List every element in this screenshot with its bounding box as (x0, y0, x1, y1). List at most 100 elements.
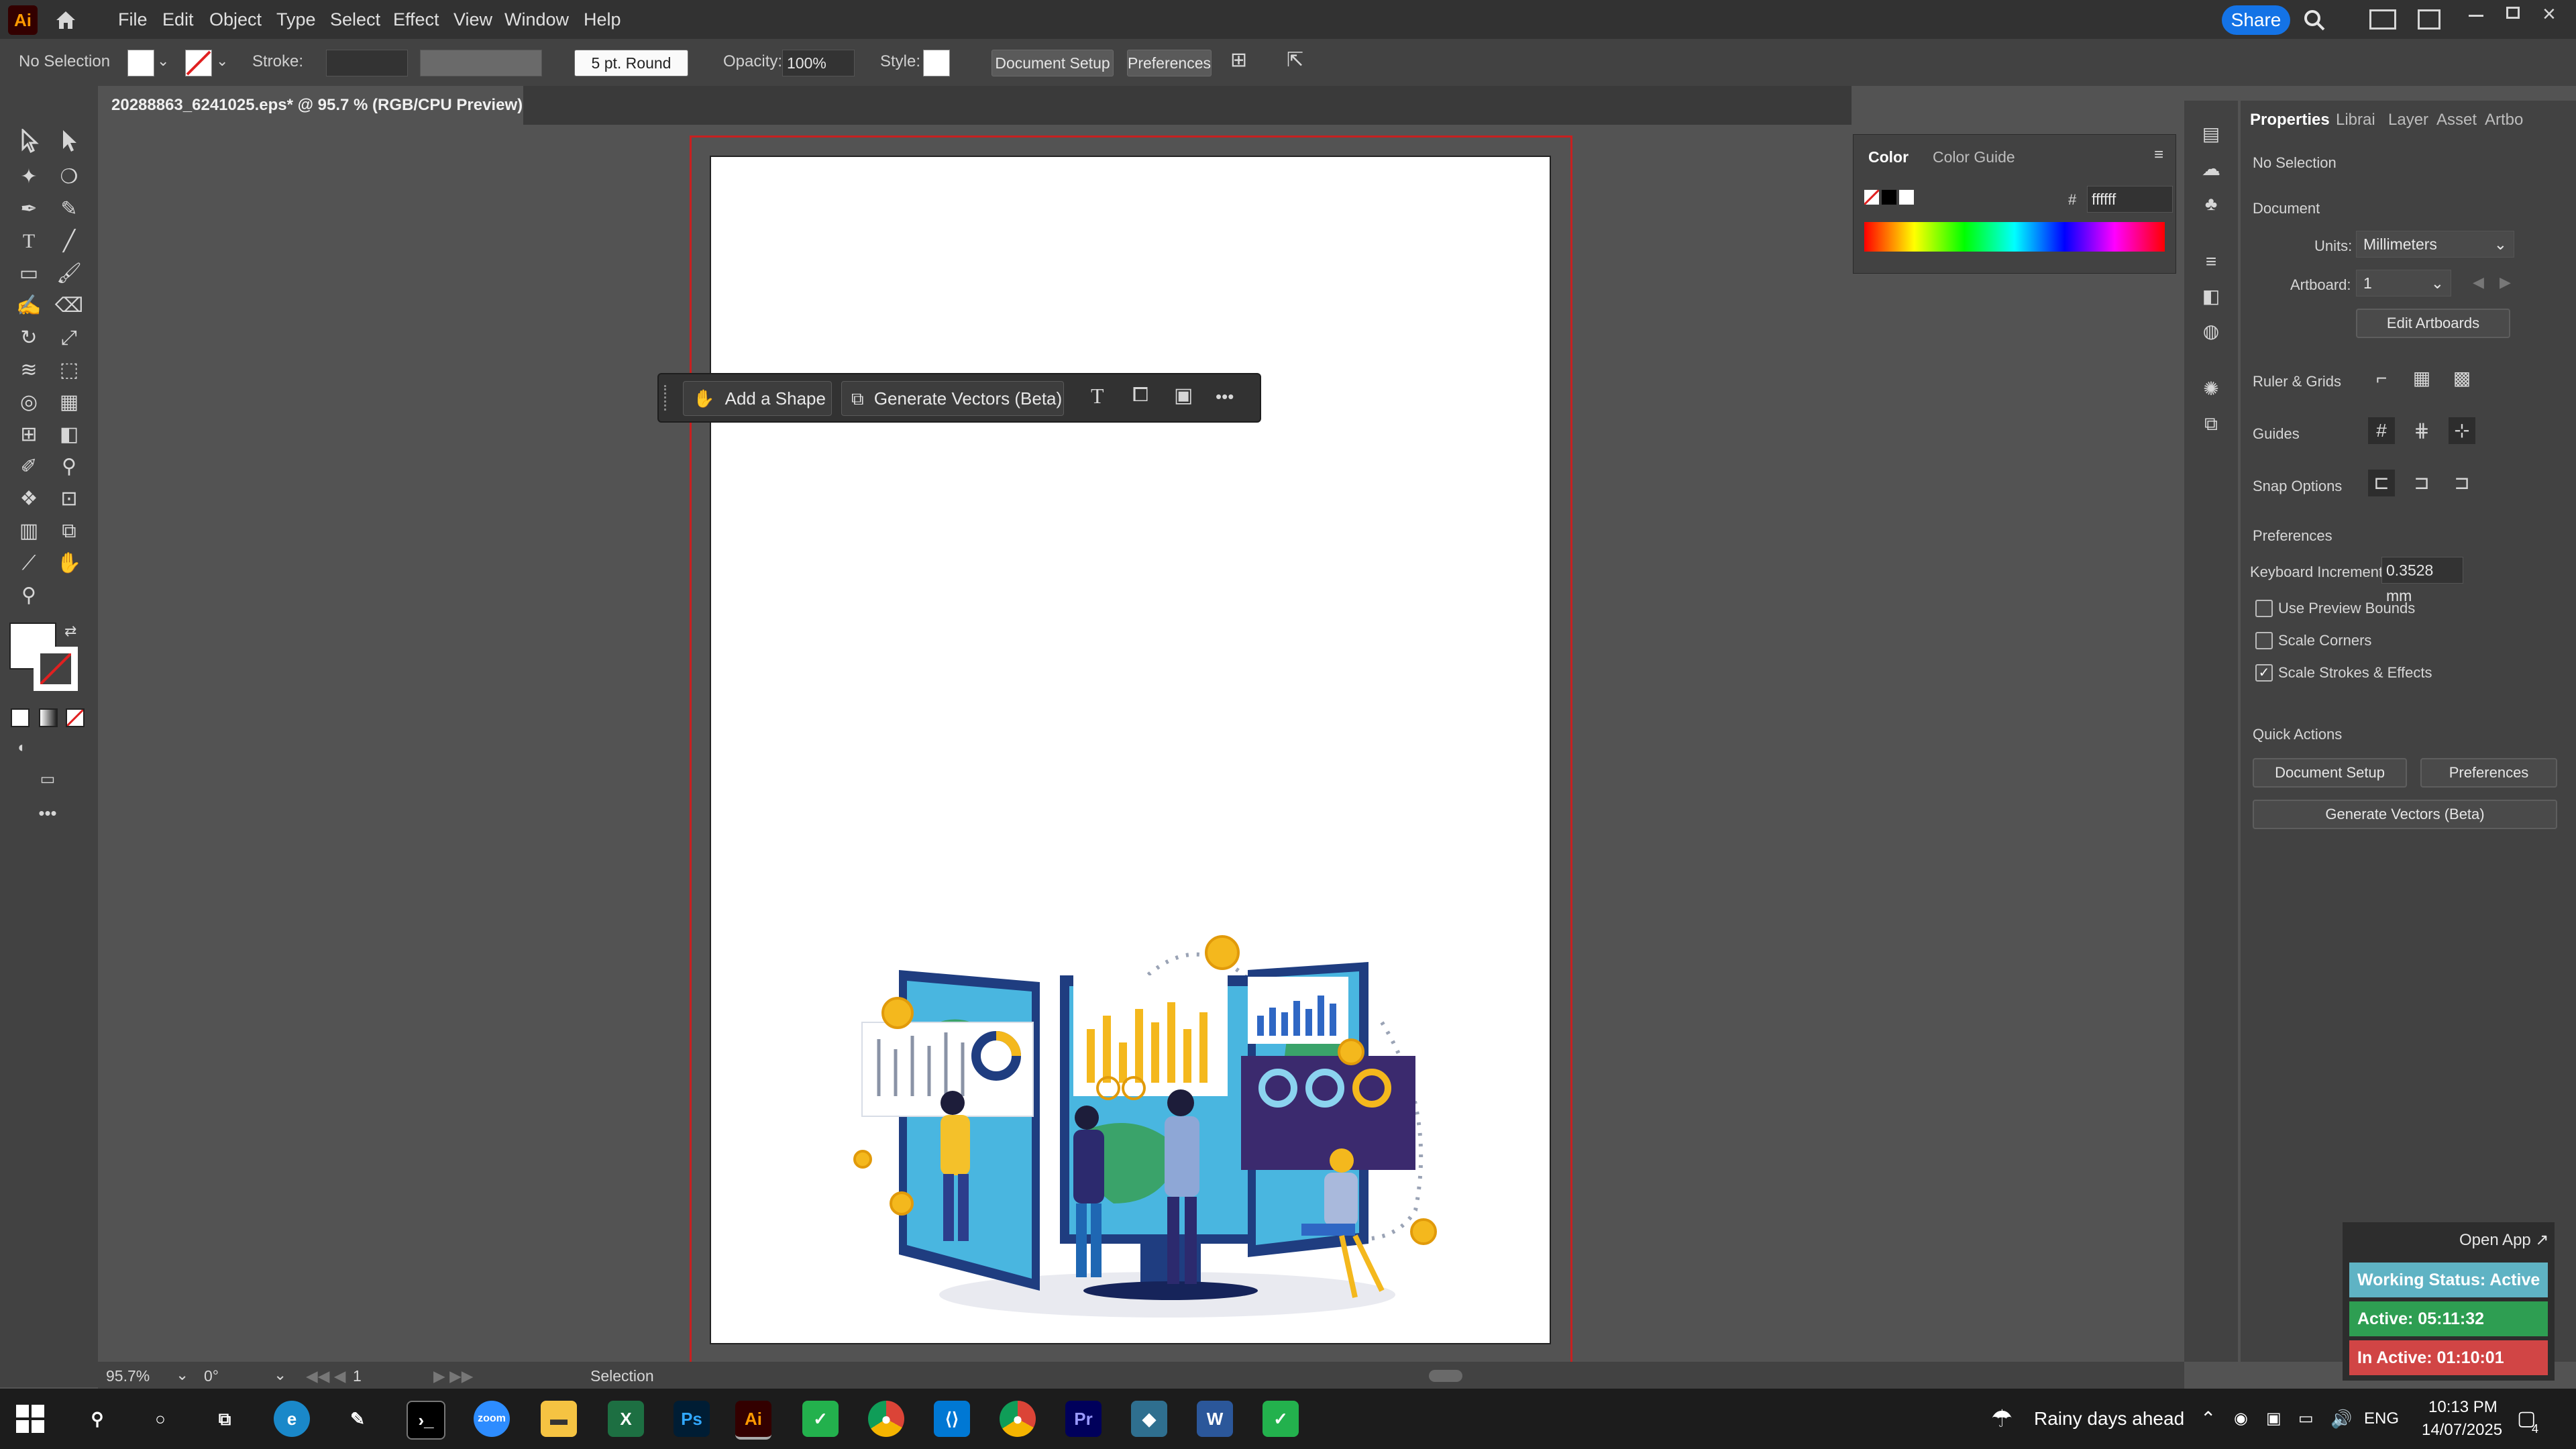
color-tab[interactable]: Color (1868, 148, 1909, 166)
document-tab[interactable]: 20288863_6241025.eps* @ 95.7 % (RGB/CPU … (101, 86, 523, 154)
horizontal-scrollbar[interactable] (1429, 1370, 1462, 1382)
ruler-icon[interactable]: ⌐ (2368, 365, 2395, 392)
magic-wand-icon[interactable]: ✦ (12, 161, 46, 193)
live-paint-icon[interactable]: ⊡ (52, 483, 86, 515)
language-indicator[interactable]: ENG (2364, 1389, 2399, 1449)
minimize-icon[interactable] (2469, 15, 2483, 17)
qa-document-setup-button[interactable]: Document Setup (2253, 758, 2407, 788)
swap-colors-icon[interactable]: ⇄ (64, 623, 76, 640)
panel-toggle-icon[interactable] (2418, 9, 2440, 30)
tab-properties[interactable]: Properties (2250, 101, 2330, 140)
eyedropper-icon[interactable]: ✐ (12, 451, 46, 483)
color-spectrum[interactable] (1864, 222, 2165, 252)
network-icon[interactable]: ▭ (2298, 1389, 2314, 1449)
scale-icon[interactable]: ⤢ (52, 322, 86, 354)
hex-field[interactable]: ffffff (2087, 186, 2173, 213)
tray-icon-2[interactable]: ▣ (2266, 1389, 2282, 1449)
scale-corners-checkbox[interactable] (2255, 632, 2273, 649)
tracker-app-2-icon[interactable]: ✓ (1263, 1401, 1299, 1437)
free-transform-icon[interactable]: ⬚ (52, 354, 86, 386)
gradient-panel-icon[interactable]: ◧ (2198, 283, 2224, 310)
menu-view[interactable]: View (453, 0, 492, 39)
use-preview-bounds-checkbox[interactable] (2255, 600, 2273, 617)
edge-icon[interactable]: e (274, 1401, 310, 1437)
gradient-icon[interactable]: ◧ (52, 419, 86, 451)
clock-time[interactable]: 10:13 PM (2428, 1398, 2498, 1417)
stroke-color-box[interactable] (34, 647, 78, 691)
color-mode-none[interactable] (66, 708, 85, 727)
search-icon[interactable] (2301, 7, 2328, 34)
paintbrush-icon[interactable]: 🖌 (52, 258, 86, 290)
screen-mode-icon[interactable]: ▭ (31, 763, 64, 796)
document-setup-button[interactable]: Document Setup (991, 50, 1114, 76)
chrome-profile-icon[interactable]: ● (1000, 1401, 1036, 1437)
align-icon[interactable]: ⊞ (1230, 48, 1247, 72)
pen-tool-icon[interactable]: ✒ (12, 193, 46, 225)
artwork-illustration[interactable] (711, 157, 1550, 1343)
tracker-app-icon[interactable]: ✓ (802, 1401, 839, 1437)
next-artboard-icon[interactable]: ▶ (2500, 274, 2511, 291)
variable-width-field[interactable] (420, 50, 542, 76)
layers-icon[interactable]: ✺ (2198, 376, 2224, 402)
show-guides-icon[interactable]: # (2368, 417, 2395, 444)
warp-icon[interactable]: ≋ (12, 354, 46, 386)
rectangle-tool-icon[interactable]: ▭ (12, 258, 46, 290)
draw-mode-icon[interactable]: ◐ (5, 731, 39, 763)
appearance-icon[interactable]: ◍ (2198, 318, 2224, 345)
libraries-icon[interactable]: ☁ (2198, 156, 2224, 182)
panel-menu-icon[interactable]: ≡ (2154, 146, 2163, 164)
artboard-tool-icon[interactable]: ⧉ (52, 515, 86, 547)
graph-tool-icon[interactable]: ▥ (12, 515, 46, 547)
image-trace-icon[interactable]: ▣ (1174, 384, 1193, 407)
menu-select[interactable]: Select (330, 0, 380, 39)
menu-object[interactable]: Object (209, 0, 262, 39)
opacity-field[interactable]: 100% (782, 50, 855, 76)
units-select[interactable]: Millimeters ⌄ (2356, 231, 2514, 258)
scale-strokes-checkbox[interactable]: ✓ (2255, 664, 2273, 682)
tray-icon-1[interactable]: ◉ (2234, 1389, 2248, 1449)
snap-pixel-icon[interactable]: ⊐ (2408, 470, 2435, 496)
pen-app-icon[interactable]: ✎ (339, 1401, 376, 1437)
transparency-grid-icon[interactable]: ▩ (2449, 365, 2475, 392)
chrome-icon[interactable]: ● (868, 1401, 904, 1437)
snap-glyph-icon[interactable]: ⊐ (2449, 470, 2475, 496)
qa-generate-vectors-button[interactable]: Generate Vectors (Beta) (2253, 800, 2557, 829)
snap-point-icon[interactable]: ⊏ (2368, 470, 2395, 496)
eraser-icon[interactable]: ⌫ (52, 290, 86, 322)
tab-libraries[interactable]: Librai (2336, 101, 2375, 140)
white-swatch[interactable] (1899, 190, 1914, 205)
file-explorer-icon[interactable]: ▬ (541, 1401, 577, 1437)
terminal-icon[interactable]: ›_ (407, 1401, 445, 1440)
shaper-icon[interactable]: ✍ (12, 290, 46, 322)
shape-builder-icon[interactable]: ◎ (12, 386, 46, 419)
weather-text[interactable]: Rainy days ahead (2034, 1389, 2184, 1449)
smart-guides-icon[interactable]: ⊹ (2449, 417, 2475, 444)
more-tools-icon[interactable]: ••• (31, 797, 64, 829)
word-icon[interactable]: W (1197, 1401, 1233, 1437)
app-diamond-icon[interactable]: ◆ (1131, 1401, 1167, 1437)
chevron-down-icon[interactable]: ⌄ (274, 1366, 286, 1384)
task-view-icon[interactable]: ⧉ (207, 1401, 243, 1437)
brushes-icon[interactable]: ≡ (2198, 248, 2224, 275)
tab-layers[interactable]: Layer (2388, 101, 2428, 140)
add-shape-button[interactable]: ✋ Add a Shape (683, 381, 832, 416)
perspective-grid-icon[interactable]: ▦ (52, 386, 86, 419)
artboard-select[interactable]: 1 ⌄ (2356, 270, 2451, 297)
tab-assets[interactable]: Asset (2436, 101, 2477, 140)
open-app-link[interactable]: Open App ↗ (2459, 1230, 2549, 1250)
zoom-app-icon[interactable]: zoom (474, 1401, 510, 1437)
search-taskbar-icon[interactable]: ⚲ (79, 1401, 115, 1437)
notification-icon[interactable]: ▢ (2517, 1389, 2536, 1449)
illustrator-icon[interactable]: Ai (735, 1401, 771, 1440)
keyboard-increment-field[interactable]: 0.3528 mm (2381, 557, 2463, 604)
lock-guides-icon[interactable]: ⋕ (2408, 417, 2435, 444)
qa-preferences-button[interactable]: Preferences (2420, 758, 2557, 788)
menu-effect[interactable]: Effect (393, 0, 439, 39)
color-mode-white[interactable] (11, 708, 30, 727)
close-icon[interactable]: × (2542, 1, 2556, 28)
generate-vectors-button[interactable]: ⧉ Generate Vectors (Beta) (841, 381, 1064, 416)
menu-file[interactable]: File (118, 0, 148, 39)
volume-icon[interactable]: 🔊 (2330, 1389, 2352, 1449)
artboard-nav-prev-icon[interactable]: ◀◀ ◀ (306, 1367, 345, 1385)
restore-icon[interactable] (2506, 7, 2520, 19)
